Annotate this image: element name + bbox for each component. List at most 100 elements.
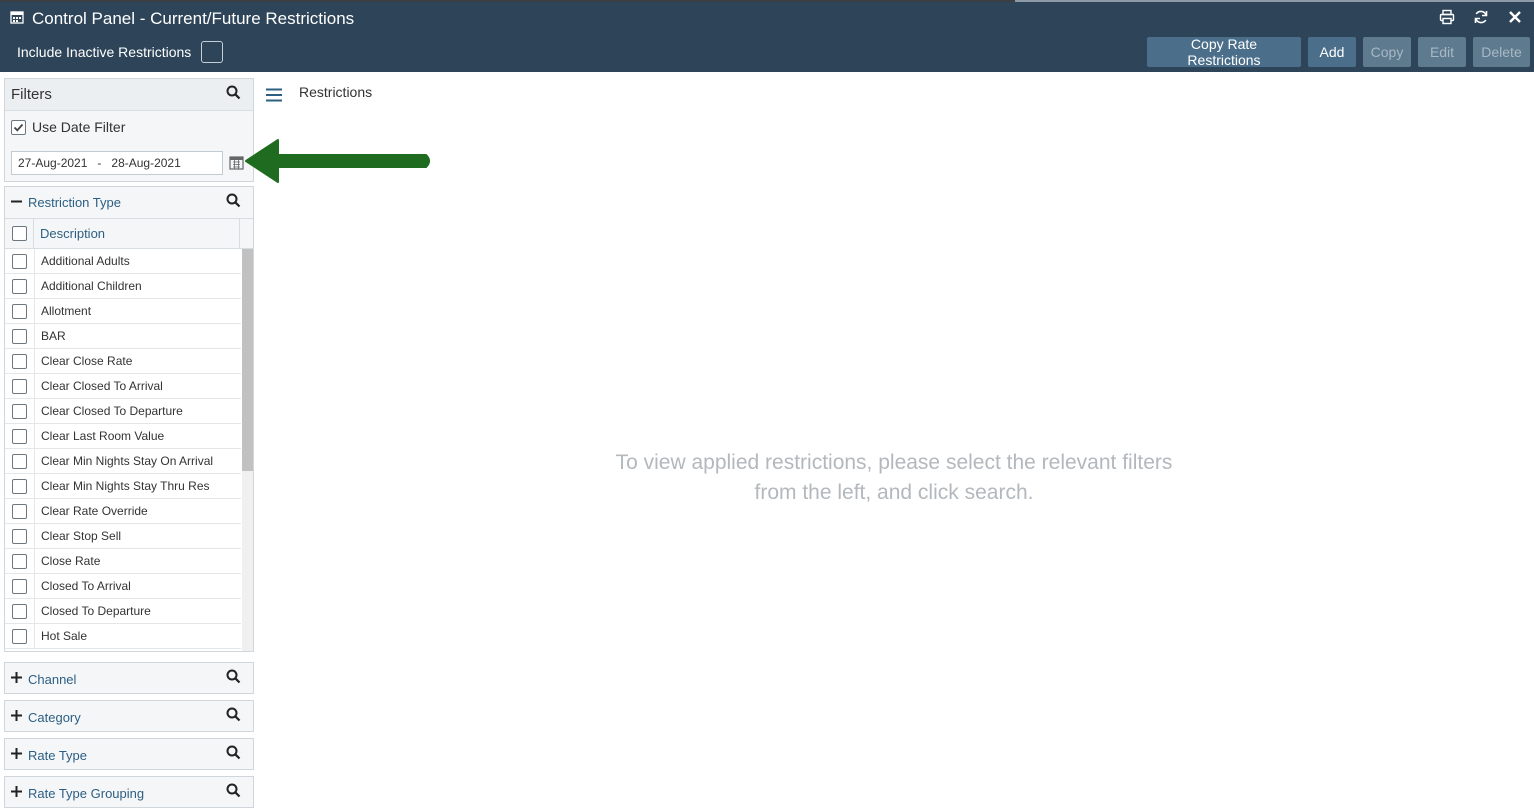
row-description: Clear Min Nights Stay On Arrival	[34, 448, 241, 474]
table-row[interactable]: Close Rate	[5, 548, 241, 574]
restriction-type-toggle[interactable]: Restriction Type	[11, 194, 121, 212]
rate-type-grouping-toggle[interactable]: Rate Type Grouping	[11, 784, 144, 802]
row-checkbox-cell	[5, 578, 34, 594]
row-checkbox-cell	[5, 503, 34, 519]
close-icon[interactable]	[1506, 8, 1524, 26]
minus-icon	[11, 194, 22, 212]
include-inactive-row: Include Inactive Restrictions	[17, 40, 224, 64]
row-description: Clear Rate Override	[34, 498, 241, 524]
print-icon[interactable]	[1438, 8, 1456, 26]
date-range-input[interactable]: 27-Aug-2021 - 28-Aug-2021	[11, 151, 223, 175]
edit-button[interactable]: Edit	[1418, 37, 1466, 67]
row-description: Additional Children	[34, 273, 241, 299]
date-separator: -	[97, 156, 102, 170]
select-all-checkbox[interactable]	[11, 226, 27, 241]
restriction-type-panel: Restriction Type Description Additional …	[4, 186, 254, 652]
table-row[interactable]: Clear Closed To Arrival	[5, 373, 241, 399]
row-checkbox[interactable]	[12, 603, 27, 619]
column-header-description[interactable]: Description	[34, 219, 240, 249]
include-inactive-checkbox[interactable]	[201, 41, 224, 63]
search-icon[interactable]	[226, 707, 241, 727]
table-row[interactable]: BAR	[5, 323, 241, 349]
table-row[interactable]: Clear Stop Sell	[5, 523, 241, 549]
delete-button[interactable]: Delete	[1473, 37, 1530, 67]
search-icon[interactable]	[226, 85, 241, 105]
restriction-type-grid: Description Additional Adults Additional …	[5, 219, 253, 651]
row-checkbox-cell	[5, 603, 34, 619]
toolbar: Copy Rate Restrictions Add Copy Edit Del…	[1147, 36, 1530, 68]
row-description: BAR	[34, 323, 241, 349]
search-icon[interactable]	[226, 783, 241, 803]
row-checkbox-cell	[5, 428, 34, 444]
channel-title: Channel	[28, 671, 77, 687]
grid-scrollbar[interactable]	[242, 249, 253, 651]
table-row[interactable]: Hot Sale	[5, 623, 241, 649]
rate-type-panel[interactable]: Rate Type	[4, 738, 254, 770]
row-description: Closed To Departure	[34, 598, 241, 624]
refresh-icon[interactable]	[1472, 8, 1490, 26]
row-checkbox[interactable]	[12, 403, 27, 419]
row-checkbox[interactable]	[12, 253, 27, 269]
row-checkbox[interactable]	[12, 503, 27, 519]
empty-state-line-2: from the left, and click search.	[754, 481, 1034, 504]
grid-scrollbar-thumb[interactable]	[242, 249, 253, 471]
row-description: Additional Adults	[34, 248, 241, 274]
search-icon[interactable]	[226, 193, 241, 213]
row-checkbox[interactable]	[12, 553, 27, 569]
row-checkbox[interactable]	[12, 303, 27, 319]
rate-type-grouping-panel[interactable]: Rate Type Grouping	[4, 776, 254, 808]
filters-header: Filters	[5, 79, 253, 111]
use-date-filter-checkbox[interactable]	[11, 119, 26, 135]
empty-state-line-1: To view applied restrictions, please sel…	[615, 451, 1173, 474]
table-row[interactable]: Closed To Arrival	[5, 573, 241, 599]
row-checkbox[interactable]	[12, 378, 27, 394]
channel-toggle[interactable]: Channel	[11, 670, 76, 688]
row-checkbox[interactable]	[12, 478, 27, 494]
row-checkbox-cell	[5, 453, 34, 469]
search-icon[interactable]	[226, 745, 241, 765]
channel-panel[interactable]: Channel	[4, 662, 254, 694]
row-checkbox-cell	[5, 478, 34, 494]
hamburger-menu-icon[interactable]	[265, 86, 283, 104]
restriction-type-header[interactable]: Restriction Type	[5, 187, 253, 219]
row-description: Clear Stop Sell	[34, 523, 241, 549]
table-row[interactable]: Clear Close Rate	[5, 348, 241, 374]
plus-icon	[11, 708, 22, 726]
row-checkbox[interactable]	[12, 578, 27, 594]
row-checkbox[interactable]	[12, 428, 27, 444]
row-checkbox[interactable]	[12, 528, 27, 544]
row-checkbox[interactable]	[12, 328, 27, 344]
table-row[interactable]: Allotment	[5, 298, 241, 324]
row-checkbox[interactable]	[12, 353, 27, 369]
table-row[interactable]: Clear Closed To Departure	[5, 398, 241, 424]
copy-rate-restrictions-button[interactable]: Copy Rate Restrictions	[1147, 36, 1301, 68]
row-checkbox[interactable]	[12, 628, 27, 644]
category-toggle[interactable]: Category	[11, 708, 81, 726]
table-row[interactable]: Clear Min Nights Stay Thru Res	[5, 473, 241, 499]
table-row[interactable]: Closed To Departure	[5, 598, 241, 624]
rate-type-toggle[interactable]: Rate Type	[11, 746, 87, 764]
top-border-dark	[0, 0, 1015, 2]
table-row[interactable]: Clear Rate Override	[5, 498, 241, 524]
table-row[interactable]: Additional Adults	[5, 248, 241, 274]
row-description: Clear Last Room Value	[34, 423, 241, 449]
row-checkbox[interactable]	[12, 453, 27, 469]
rate-type-title: Rate Type	[28, 747, 88, 763]
copy-button[interactable]: Copy	[1363, 37, 1411, 67]
search-icon[interactable]	[226, 669, 241, 689]
empty-state-message: To view applied restrictions, please sel…	[560, 448, 1228, 508]
add-button[interactable]: Add	[1308, 37, 1356, 67]
row-description: Clear Closed To Arrival	[34, 373, 241, 399]
title-row: Control Panel - Current/Future Restricti…	[10, 8, 354, 30]
table-row[interactable]: Clear Last Room Value	[5, 423, 241, 449]
table-row[interactable]: Additional Children	[5, 273, 241, 299]
table-row[interactable]: Clear Min Nights Stay On Arrival	[5, 448, 241, 474]
row-checkbox-cell	[5, 353, 34, 369]
row-description: Close Rate	[34, 548, 241, 574]
row-checkbox[interactable]	[12, 278, 27, 294]
date-from: 27-Aug-2021	[18, 156, 88, 170]
rate-type-header: Rate Type	[5, 739, 253, 771]
row-checkbox-cell	[5, 328, 34, 344]
row-description: Allotment	[34, 298, 241, 324]
category-panel[interactable]: Category	[4, 700, 254, 732]
